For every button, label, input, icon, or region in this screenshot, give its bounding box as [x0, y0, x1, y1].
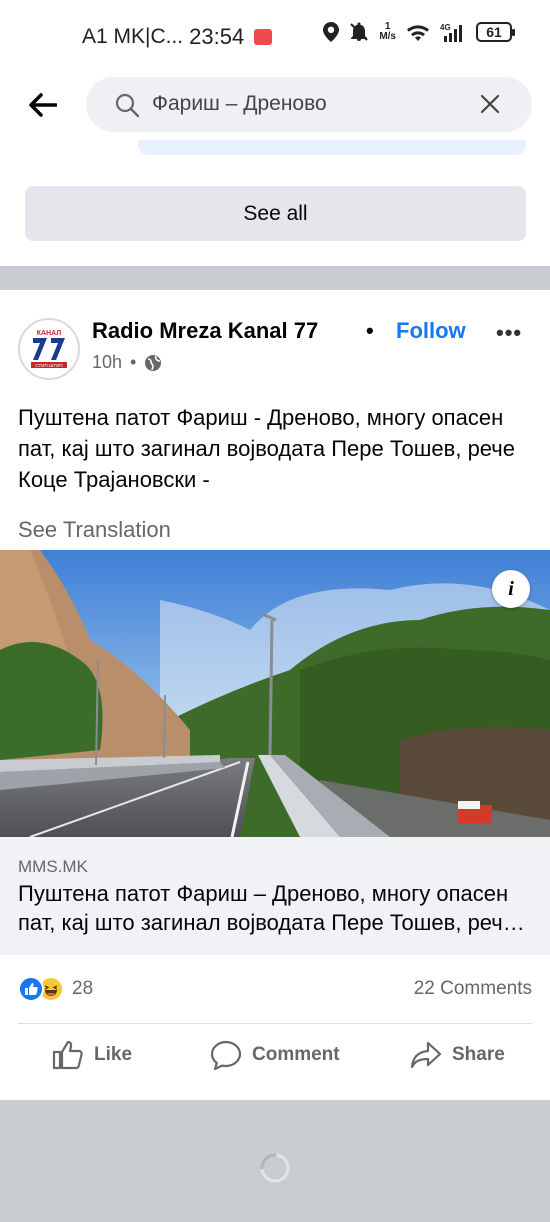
link-title: Пуштена патот Фариш – Дреново, многу опа…	[18, 881, 516, 935]
search-query: Фариш – Дреново	[152, 92, 327, 115]
info-icon[interactable]: i	[492, 570, 530, 608]
see-translation-link[interactable]: See Translation	[18, 517, 171, 543]
mute-bell-icon	[350, 22, 369, 41]
like-label: Like	[94, 1044, 133, 1065]
link-domain: MMS.MK	[18, 857, 88, 876]
share-button[interactable]: Share	[410, 1040, 505, 1070]
location-icon	[323, 22, 340, 42]
share-label: Share	[452, 1044, 505, 1065]
like-button[interactable]: Like	[52, 1040, 132, 1070]
carrier-label: A1 MK|C...	[82, 25, 184, 48]
search-icon	[115, 93, 140, 118]
wifi-icon	[407, 25, 429, 41]
globe-icon	[145, 354, 162, 371]
status-right: 1 M/s 4G 61	[323, 21, 515, 42]
post-time[interactable]: 10h	[92, 352, 122, 373]
follow-button[interactable]: Follow	[396, 318, 466, 344]
post-card: КАНАЛ СТИП·ШТИП Radio Mreza Kanal 77 • F…	[0, 290, 550, 1100]
name-separator: •	[366, 318, 374, 343]
svg-text:СТИП·ШТИП: СТИП·ШТИП	[35, 363, 62, 368]
battery-indicator: 61	[476, 22, 515, 42]
search-header: Фариш – Дреново	[0, 72, 550, 138]
like-icon	[52, 1040, 83, 1070]
section-divider	[0, 266, 550, 290]
back-button[interactable]	[26, 88, 60, 122]
link-preview-image[interactable]: i	[0, 550, 550, 837]
meta-separator: •	[130, 352, 137, 372]
svg-text:КАНАЛ: КАНАЛ	[37, 330, 62, 337]
post-text: Пуштена патот Фариш - Дреново, многу опа…	[18, 405, 516, 492]
post-meta: 10h •	[92, 352, 162, 373]
previous-result-edge	[138, 140, 526, 155]
comment-icon	[210, 1040, 242, 1070]
back-arrow-icon	[29, 93, 57, 117]
search-input[interactable]: Фариш – Дреново	[86, 77, 532, 132]
share-icon	[410, 1041, 442, 1069]
clock: 23:54	[189, 24, 245, 49]
comment-label: Comment	[252, 1044, 340, 1065]
see-all-button[interactable]: See all	[25, 186, 526, 241]
kanal-77-logo: КАНАЛ СТИП·ШТИП	[21, 321, 77, 377]
like-reaction-icon	[18, 976, 44, 1002]
status-bar: A1 MK|C... 23:54 1 M/s 4G 61	[0, 0, 550, 72]
link-preview-info[interactable]: MMS.MK Пуштена патот Фариш – Дреново, мн…	[0, 837, 550, 955]
page-name[interactable]: Radio Mreza Kanal 77	[92, 318, 318, 344]
comment-button[interactable]: Comment	[210, 1040, 340, 1070]
svg-text:4G: 4G	[440, 23, 451, 32]
notification-app-icon	[254, 29, 273, 45]
status-left: A1 MK|C... 23:54	[82, 24, 273, 50]
network-speed: 1 M/s	[379, 21, 396, 42]
road-photo	[0, 550, 550, 837]
comments-count[interactable]: 22 Comments	[414, 978, 532, 1000]
clear-icon[interactable]	[478, 92, 502, 116]
avatar[interactable]: КАНАЛ СТИП·ШТИП	[18, 318, 80, 380]
loading-area	[0, 1100, 550, 1222]
reactions-summary[interactable]: 28	[18, 976, 93, 1002]
loading-spinner-icon	[260, 1153, 290, 1183]
more-options-button[interactable]: •••	[496, 320, 522, 346]
signal-icon: 4G	[440, 23, 462, 42]
post-actions: Like Comment Share	[0, 1024, 550, 1090]
reaction-count: 28	[72, 978, 94, 999]
